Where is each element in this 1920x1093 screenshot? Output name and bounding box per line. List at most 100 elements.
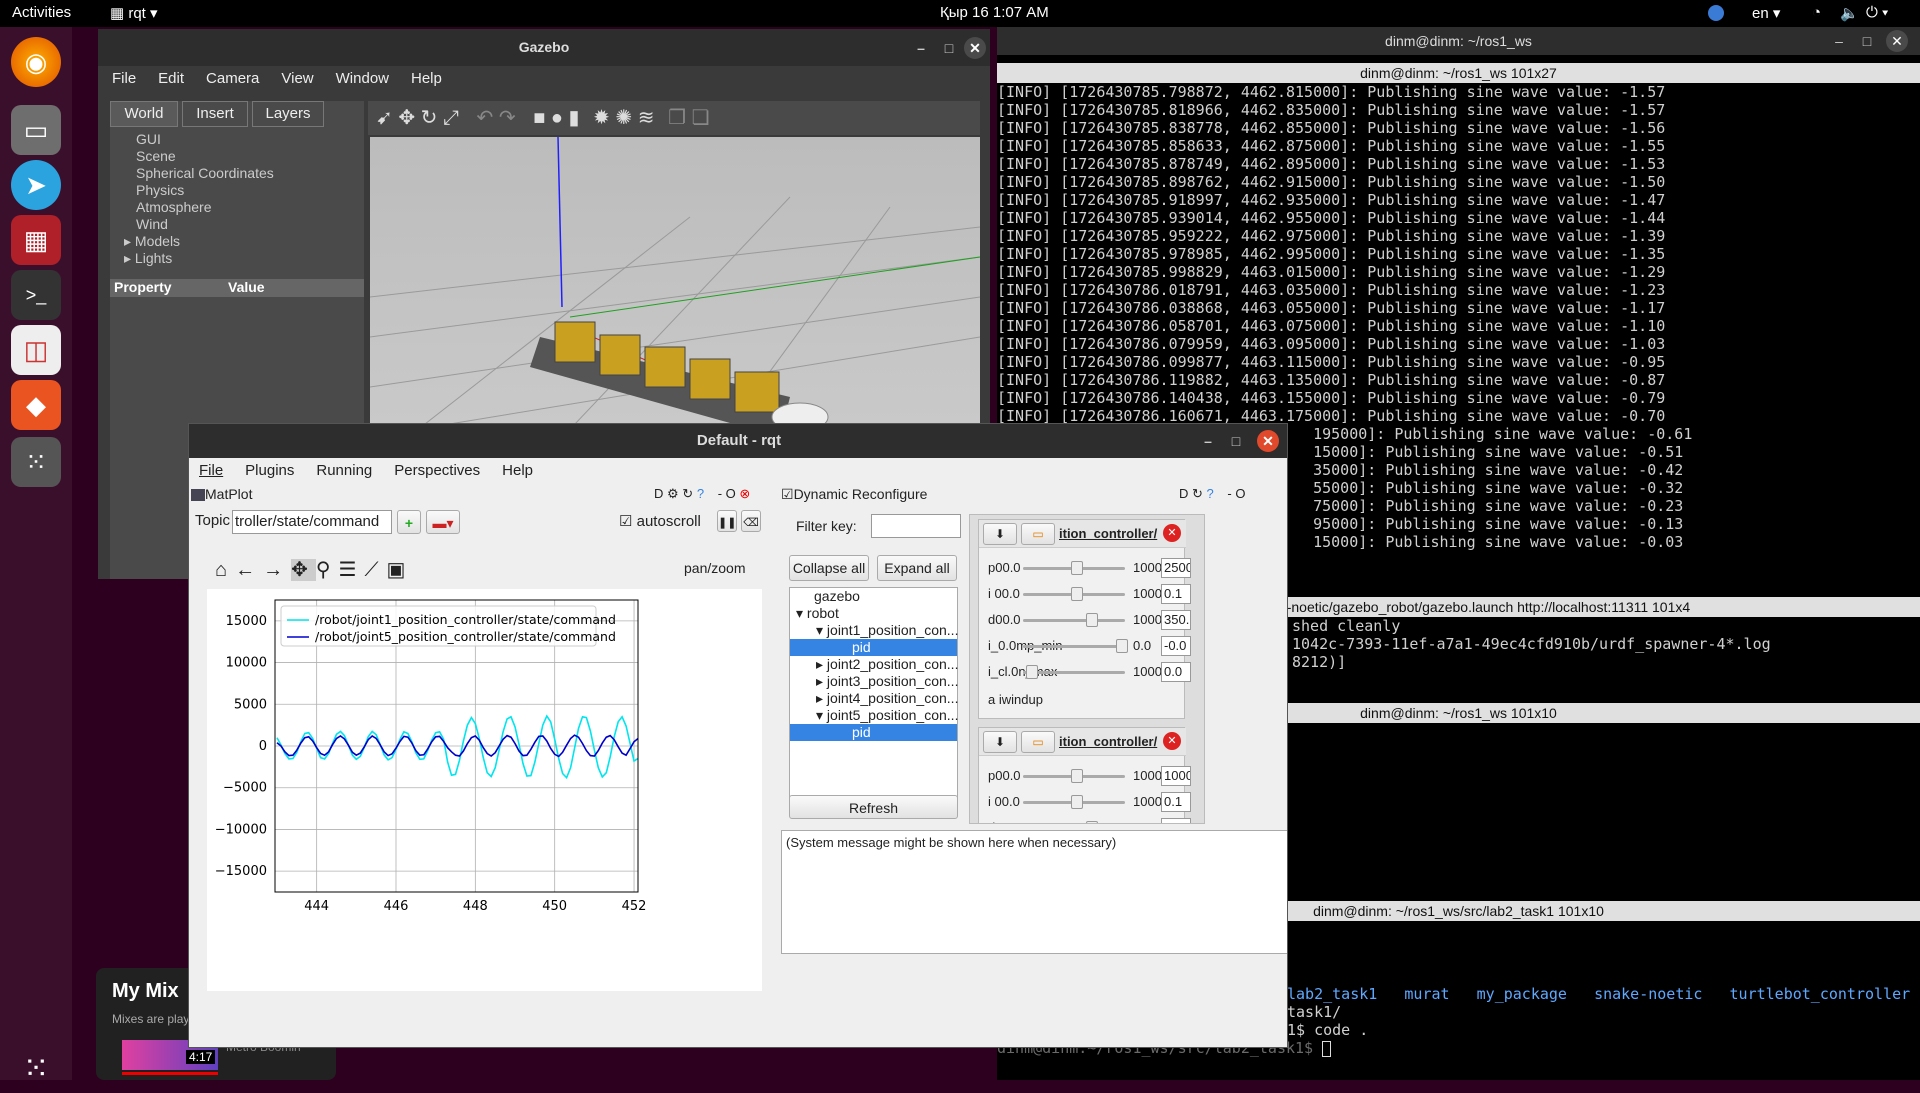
select-icon[interactable]: ➹ (376, 107, 393, 129)
wifi-icon[interactable]: ◔ (1812, 4, 1821, 21)
reload-icon[interactable]: ↻ (682, 486, 693, 501)
minimize-icon[interactable]: - O (718, 486, 736, 501)
telegram-icon[interactable]: ➤ (11, 160, 61, 210)
remove-topic-button[interactable]: ▬▾ (426, 510, 460, 534)
paste-icon[interactable]: ❏ (692, 107, 710, 129)
param-slider-handle[interactable] (1116, 639, 1128, 653)
menu-window[interactable]: Window (336, 70, 389, 87)
world-item-gui[interactable]: GUI (110, 131, 364, 148)
param-slider-handle[interactable] (1071, 769, 1083, 783)
menu-file[interactable]: File (112, 70, 136, 87)
world-item-scene[interactable]: Scene (110, 148, 364, 165)
pause-button[interactable]: ❚❚ (717, 510, 737, 532)
param-slider-handle[interactable] (1086, 821, 1098, 823)
files-icon[interactable]: ▭ (11, 105, 61, 155)
tree-item[interactable]: ▾ joint5_position_con... (790, 707, 958, 724)
param-value-input[interactable]: -0.0 (1161, 636, 1191, 656)
close-button[interactable]: ✕ (1886, 30, 1908, 52)
pan-icon[interactable]: ✥ (291, 559, 316, 581)
param-value-input[interactable]: 350. (1161, 610, 1191, 630)
status-icon[interactable] (1708, 5, 1724, 21)
world-item-physics[interactable]: Physics (110, 182, 364, 199)
home-icon[interactable]: ⌂ (215, 559, 235, 581)
activities-button[interactable]: Activities (12, 4, 71, 21)
tree-item-selected[interactable]: pid (790, 639, 957, 656)
app-menu[interactable]: ▦ rqt ▾ (110, 4, 158, 22)
terminal-icon[interactable]: >_ (11, 270, 61, 320)
close-button[interactable]: ✕ (964, 37, 986, 59)
tree-item[interactable]: ▾ joint1_position_con... (790, 622, 958, 639)
open-folder-button[interactable]: ▭ (1021, 523, 1055, 545)
clock[interactable]: Қыр 16 1:07 AM (940, 4, 1049, 21)
param-value-input[interactable]: 0.1 (1161, 792, 1191, 812)
param-value-input[interactable]: 2500 (1161, 558, 1191, 578)
param-slider-handle[interactable] (1071, 587, 1083, 601)
node-tree[interactable]: gazebo ▾ robot ▾ joint1_position_con... … (789, 587, 958, 800)
box-icon[interactable]: ■ (533, 107, 545, 129)
download-button[interactable]: ⬇ (983, 731, 1017, 753)
world-item-wind[interactable]: Wind (110, 216, 364, 233)
add-topic-button[interactable]: + (397, 510, 421, 534)
zoom-icon[interactable]: ⚲ (316, 559, 339, 581)
filter-input[interactable] (871, 514, 961, 538)
tree-item[interactable]: ▸ joint4_position_con... (790, 690, 958, 707)
undo-icon[interactable]: ↶ (477, 107, 494, 129)
world-item-spherical[interactable]: Spherical Coordinates (110, 165, 364, 182)
power-icon[interactable]: ⏻ ▾ (1866, 4, 1888, 21)
menu-perspectives[interactable]: Perspectives (394, 462, 480, 479)
reload-icon[interactable]: ↻ (1192, 486, 1203, 501)
menu-plugins[interactable]: Plugins (245, 462, 294, 479)
rqt-window[interactable]: Default - rqt – □ ✕ File Plugins Running Pe… (188, 423, 1288, 1048)
show-apps-icon[interactable]: ⁙ (11, 1043, 61, 1093)
configure-icon[interactable]: ☰ (339, 559, 365, 581)
tab-world[interactable]: World (110, 101, 178, 127)
param-slider-track[interactable] (1023, 671, 1125, 674)
menu-view[interactable]: View (281, 70, 313, 87)
close-panel-icon[interactable]: ⊗ (739, 486, 750, 501)
topic-input[interactable]: troller/state/command (232, 510, 392, 534)
menu-help[interactable]: Help (502, 462, 533, 479)
cylinder-icon[interactable]: ▮ (569, 107, 580, 129)
back-icon[interactable]: ← (235, 559, 263, 581)
menu-file[interactable]: File (199, 462, 223, 479)
autoscroll-checkbox[interactable]: ☑ autoscroll (619, 512, 701, 530)
expand-all-button[interactable]: Expand all (877, 555, 957, 581)
help-icon[interactable]: ? (697, 486, 704, 501)
minimize-button[interactable]: – (1828, 30, 1850, 52)
tree-item[interactable]: ▸ joint3_position_con... (790, 673, 958, 690)
clear-button[interactable]: ⌫ (741, 510, 761, 532)
minimize-button[interactable]: – (910, 37, 932, 59)
param-value-input[interactable]: 350. (1161, 818, 1191, 823)
world-item-lights[interactable]: ▸ Lights (110, 250, 364, 267)
world-item-models[interactable]: ▸ Models (110, 233, 364, 250)
download-button[interactable]: ⬇ (983, 523, 1017, 545)
rotate-icon[interactable]: ↻ (421, 107, 438, 129)
param-slider-handle[interactable] (1071, 795, 1083, 809)
maximize-button[interactable]: □ (1856, 30, 1878, 52)
param-slider-handle[interactable] (1071, 561, 1083, 575)
antiwindup-checkbox[interactable]: a iwindup (988, 692, 1043, 707)
sphere-icon[interactable]: ● (551, 107, 563, 129)
tab-insert[interactable]: Insert (182, 101, 248, 127)
save-icon[interactable]: ▣ (386, 559, 413, 581)
open-folder-button[interactable]: ▭ (1021, 731, 1055, 753)
firefox-icon[interactable]: ◉ (11, 37, 61, 87)
tree-item-selected[interactable]: pid (790, 724, 957, 741)
document-viewer-icon[interactable]: ◫ (11, 325, 61, 375)
redo-icon[interactable]: ↷ (499, 107, 516, 129)
language-indicator[interactable]: en ▾ (1752, 4, 1780, 22)
close-group-icon[interactable]: ✕ (1163, 732, 1181, 750)
app-icon[interactable]: ▦ (11, 215, 61, 265)
scale-icon[interactable]: ⤢ (443, 107, 459, 129)
param-value-input[interactable]: 0.1 (1161, 584, 1191, 604)
axes-icon[interactable]: ⟋ (364, 559, 386, 581)
light-icon[interactable]: ✹ (593, 107, 610, 129)
param-slider-track[interactable] (1023, 619, 1125, 622)
param-value-input[interactable]: 0.0 (1161, 662, 1191, 682)
param-slider-handle[interactable] (1086, 613, 1098, 627)
menu-help[interactable]: Help (411, 70, 442, 87)
translate-icon[interactable]: ✥ (398, 107, 415, 129)
menu-running[interactable]: Running (316, 462, 372, 479)
minimize-icon[interactable]: - O (1227, 486, 1245, 501)
param-slider-track[interactable] (1023, 645, 1125, 648)
